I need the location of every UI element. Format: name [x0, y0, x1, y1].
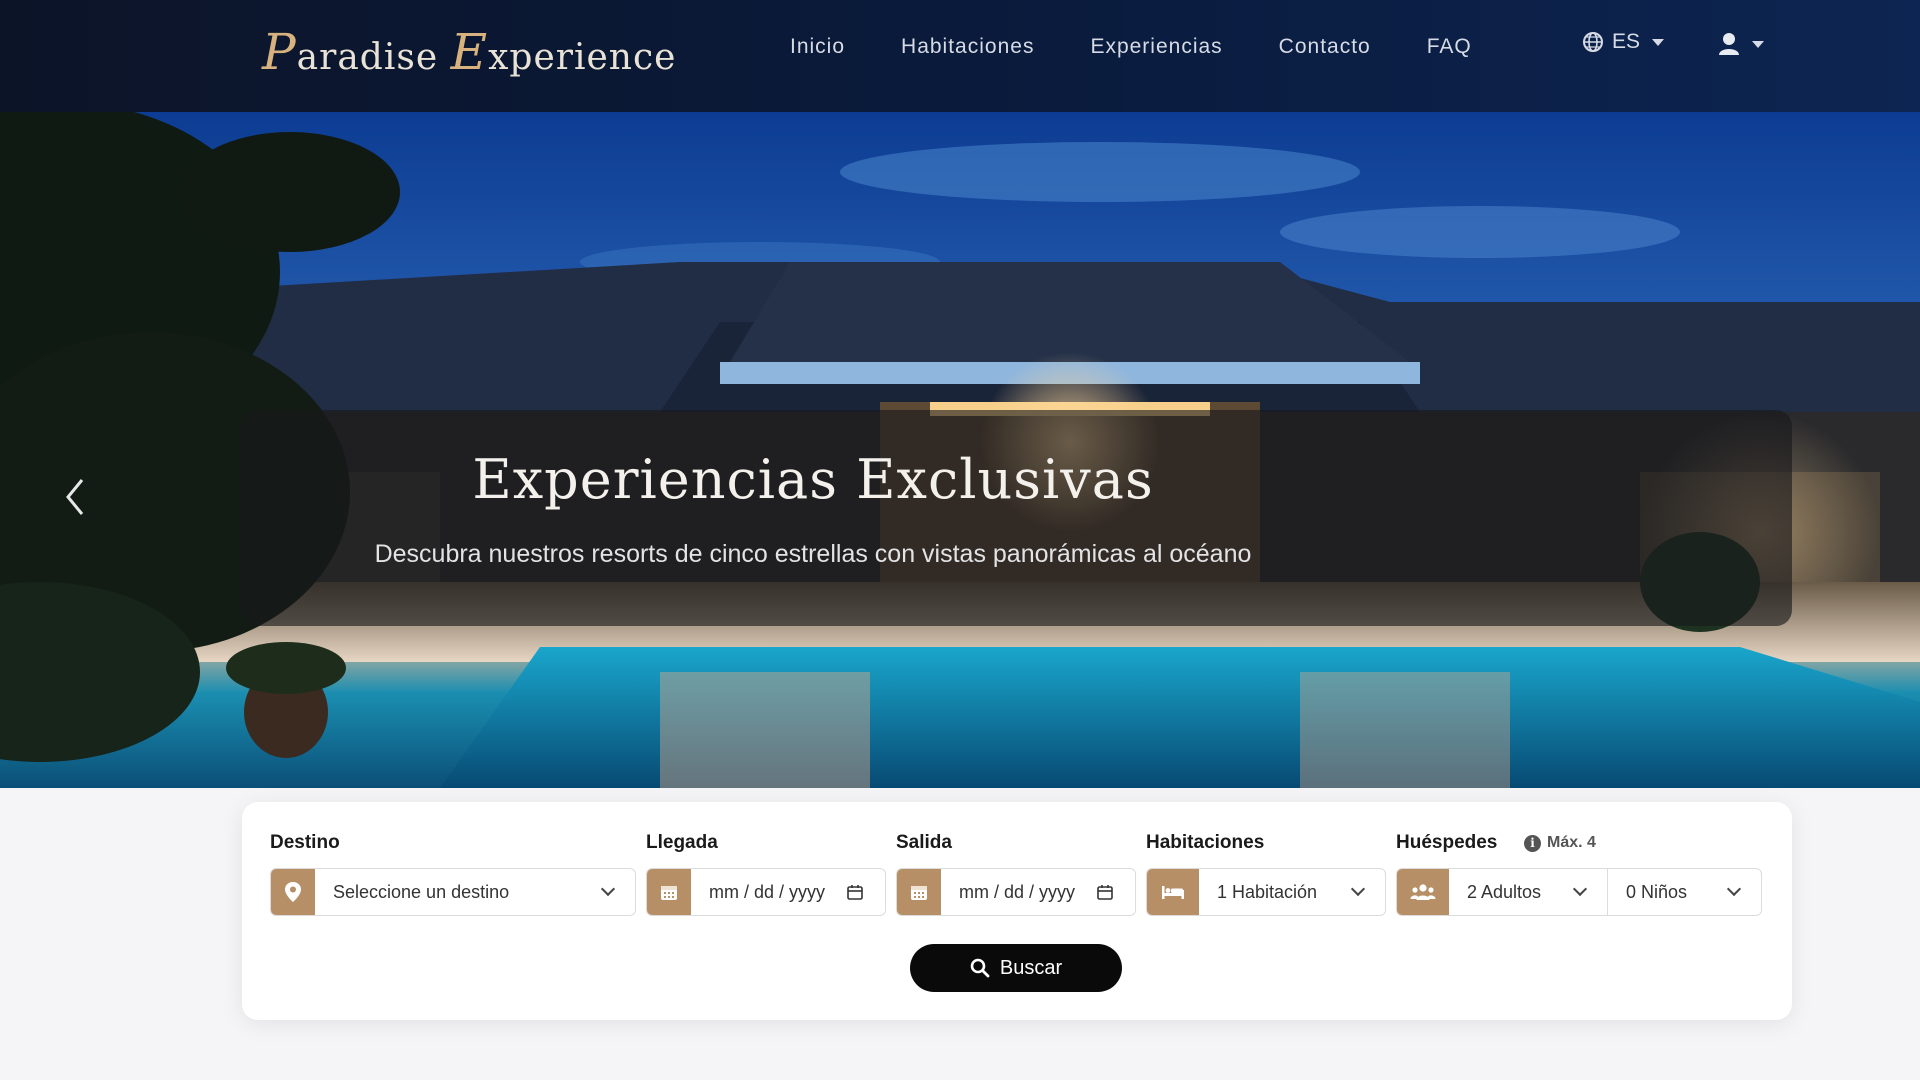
calendar-picker-icon[interactable]: [1097, 884, 1113, 900]
salida-label: Salida: [896, 832, 952, 853]
language-code: ES: [1612, 30, 1641, 53]
calendar-picker-icon[interactable]: [847, 884, 863, 900]
llegada-label: Llegada: [646, 832, 718, 853]
max-guests-text: Máx. 4: [1547, 834, 1596, 851]
brand-word-1: aradise: [296, 37, 439, 78]
llegada-addon: [647, 869, 691, 915]
huespedes-addon: [1397, 869, 1449, 915]
habitaciones-addon: [1147, 869, 1199, 915]
hero-subtitle: Descubra nuestros resorts de cinco estre…: [374, 540, 1252, 568]
navbar: Paradise Experience Inicio Habitaciones …: [0, 0, 1920, 112]
nav-links: Inicio Habitaciones Experiencias Contact…: [790, 30, 1528, 64]
brand-cap-p: P: [262, 23, 297, 81]
brand-logo[interactable]: Paradise Experience: [262, 22, 676, 82]
user-icon: [1719, 33, 1739, 55]
chevron-down-icon: [1726, 881, 1742, 897]
search-button-label: Buscar: [999, 956, 1063, 979]
habitaciones-label: Habitaciones: [1146, 832, 1265, 853]
adults-value: 2 Adultos: [1467, 881, 1542, 902]
llegada-placeholder: mm / dd / yyyy: [709, 881, 826, 902]
destino-value: Seleccione un destino: [333, 881, 510, 902]
map-pin-icon: [285, 882, 301, 902]
chevron-down-icon: [1572, 881, 1588, 897]
llegada-date-input[interactable]: mm / dd / yyyy: [646, 868, 886, 916]
chevron-down-icon: [600, 881, 616, 897]
calendar-icon: [661, 886, 677, 900]
habitaciones-select[interactable]: 1 Habitación: [1146, 868, 1386, 916]
users-icon: [1410, 884, 1436, 900]
salida-placeholder: mm / dd / yyyy: [959, 881, 1076, 902]
children-select[interactable]: 0 Niños: [1608, 869, 1761, 915]
chevron-down-icon: [1350, 881, 1366, 897]
salida-addon: [897, 869, 941, 915]
huespedes-label: Huéspedes: [1396, 832, 1498, 853]
info-icon: i: [1524, 834, 1541, 852]
huespedes-group: 2 Adultos 0 Niños: [1396, 868, 1762, 916]
max-guests-note: i Máx. 4: [1524, 834, 1596, 852]
destino-addon: [271, 869, 315, 915]
globe-icon: [1583, 32, 1603, 52]
brand-word-2: xperience: [488, 37, 677, 78]
nav-contacto[interactable]: Contacto: [1279, 35, 1371, 59]
habitaciones-value: 1 Habitación: [1217, 881, 1318, 902]
chevron-down-icon: [1652, 38, 1665, 46]
hero-caption: [242, 410, 1792, 626]
destino-label: Destino: [270, 832, 340, 853]
brand-cap-e: E: [450, 23, 489, 81]
adults-select[interactable]: 2 Adultos: [1449, 869, 1607, 915]
nav-experiencias[interactable]: Experiencias: [1090, 35, 1222, 59]
nav-inicio[interactable]: Inicio: [790, 35, 845, 59]
calendar-icon: [911, 886, 927, 900]
nav-faq[interactable]: FAQ: [1427, 35, 1472, 59]
nav-habitaciones[interactable]: Habitaciones: [901, 35, 1034, 59]
search-button[interactable]: Buscar: [910, 944, 1122, 992]
search-icon: [970, 958, 990, 978]
user-menu[interactable]: [1718, 32, 1764, 56]
language-dropdown[interactable]: ES: [1582, 30, 1665, 54]
salida-date-input[interactable]: mm / dd / yyyy: [896, 868, 1136, 916]
children-value: 0 Niños: [1626, 881, 1688, 902]
bed-icon: [1162, 886, 1184, 899]
hero-title: Experiencias Exclusivas: [472, 448, 1154, 511]
chevron-down-icon: [1752, 40, 1764, 48]
search-form: Destino Llegada Salida Habitaciones Hués…: [242, 802, 1792, 1020]
destino-select[interactable]: Seleccione un destino: [270, 868, 636, 916]
